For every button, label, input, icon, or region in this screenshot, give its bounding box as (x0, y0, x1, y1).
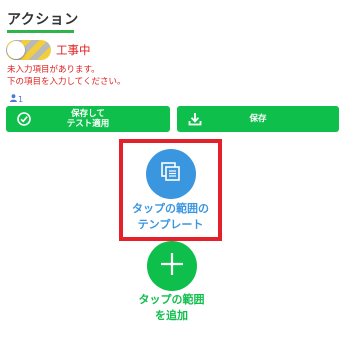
tap-area-template-label[interactable]: タップの範囲の テンプレート (121, 201, 220, 233)
person-icon (10, 94, 17, 104)
save-and-test-apply-button[interactable]: 保存して テスト適用 (6, 106, 170, 132)
save-and-test-apply-line-2: テスト適用 (66, 119, 110, 129)
save-button[interactable]: 保存 (177, 106, 339, 132)
save-and-test-apply-line-1: 保存して (71, 109, 105, 119)
add-tap-area-label[interactable]: タップの範囲 を追加 (122, 292, 221, 324)
add-tap-area-line-1: タップの範囲 (138, 293, 205, 306)
under-construction-toggle[interactable] (6, 40, 51, 60)
copy-icon (159, 160, 183, 188)
assignee-count-value: 1 (18, 94, 24, 104)
warning-line-1: 未入力項目があります。 (7, 65, 100, 75)
add-tap-area-line-2: を追加 (155, 309, 188, 322)
tap-area-template-line-1: タップの範囲の (132, 202, 209, 215)
download-icon (187, 111, 203, 130)
validation-warning: 未入力項目があります。 下の項目を入力してください。 (7, 64, 126, 88)
assignee-count: 1 (10, 94, 23, 104)
plus-icon (159, 251, 185, 281)
tap-area-template-button[interactable] (146, 149, 196, 199)
tap-area-template-line-2: テンプレート (137, 218, 204, 231)
section-title: アクション (7, 12, 79, 28)
add-tap-area-button[interactable] (147, 241, 197, 291)
warning-line-2: 下の項目を入力してください。 (7, 77, 126, 87)
toggle-label: 工事中 (56, 43, 91, 57)
title-underline (7, 30, 74, 33)
check-circle-icon (16, 111, 32, 130)
save-and-test-apply-label: 保存して テスト適用 (67, 109, 110, 129)
save-label: 保存 (249, 114, 267, 124)
toggle-knob[interactable] (7, 41, 25, 59)
